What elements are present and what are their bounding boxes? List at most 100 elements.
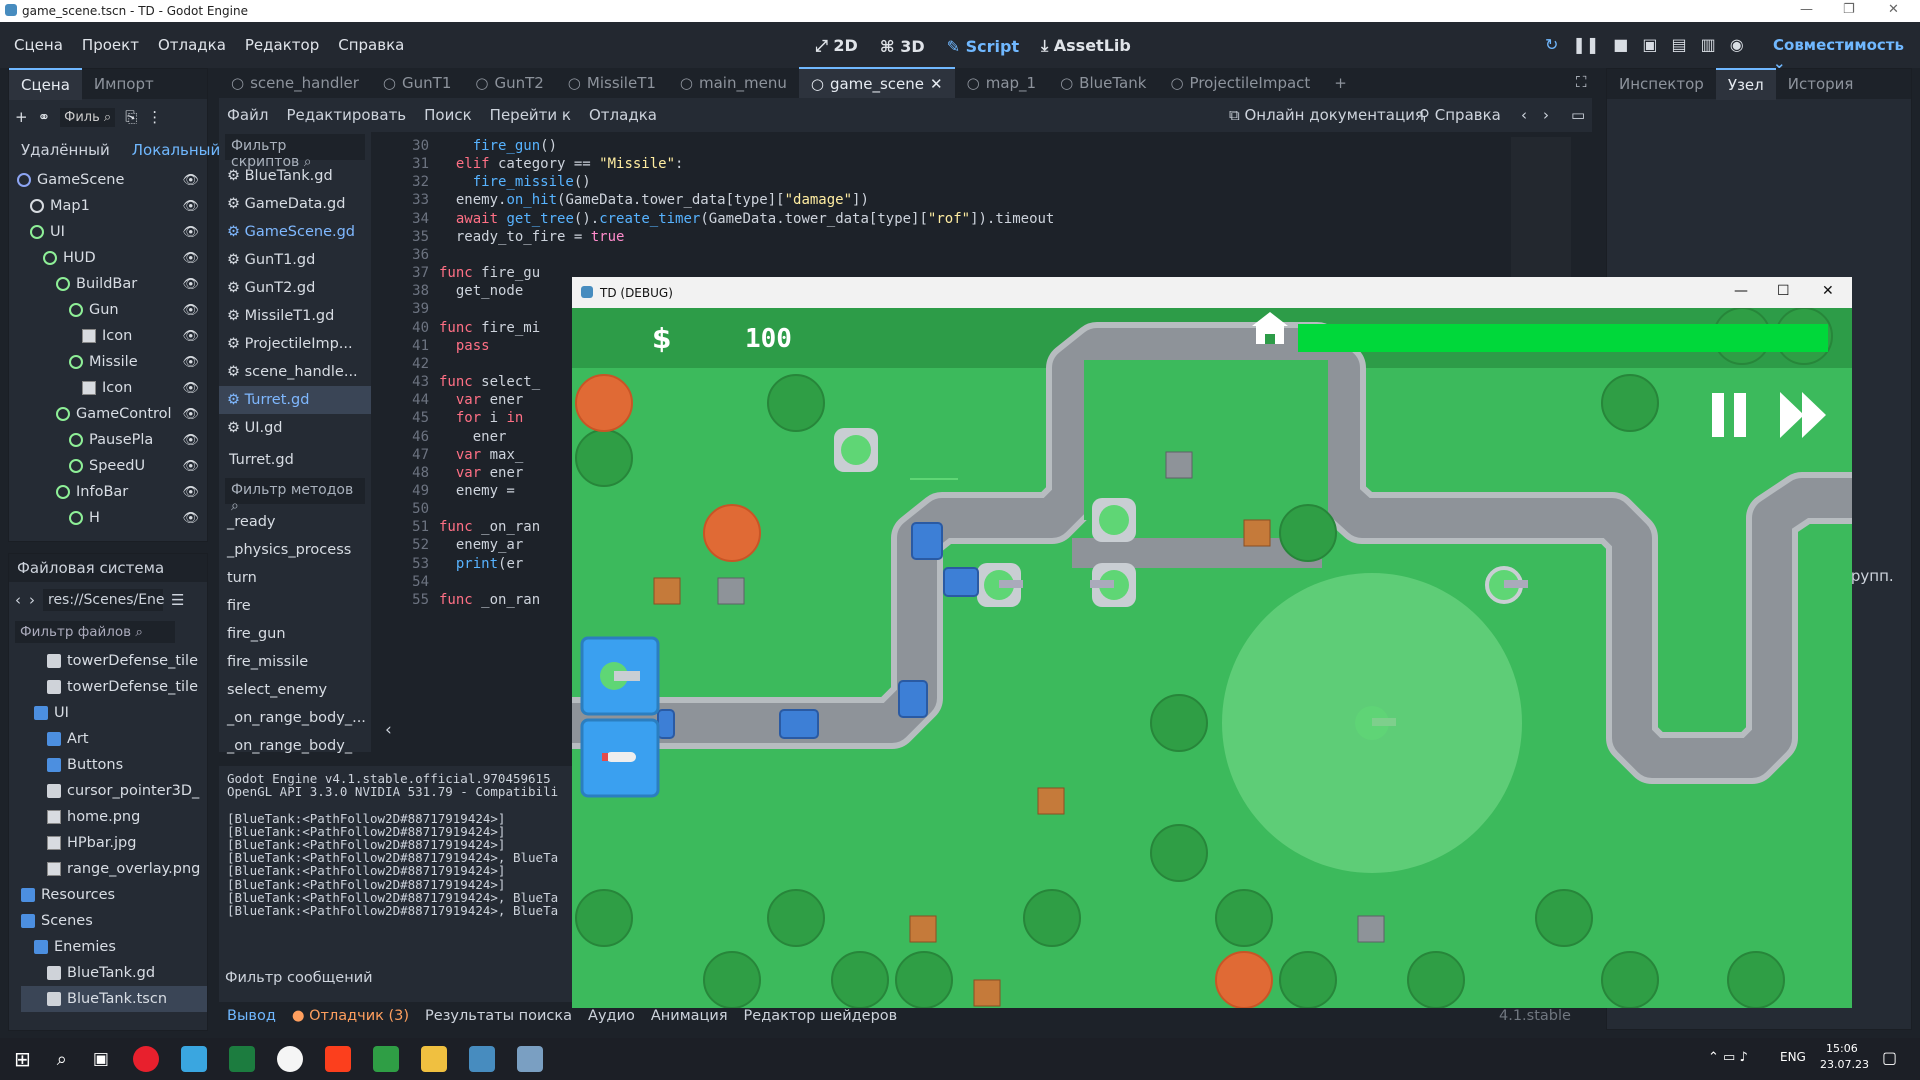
editor-tab[interactable]: ○ GunT2 xyxy=(463,68,555,98)
tree-node[interactable]: PausePla 👁 xyxy=(17,427,207,453)
visibility-eye-icon[interactable]: 👁 xyxy=(182,303,199,318)
file-item[interactable]: home.png xyxy=(21,804,207,830)
godot-debug-taskbar-icon[interactable] xyxy=(516,1046,543,1072)
visibility-eye-icon[interactable]: 👁 xyxy=(182,459,199,474)
script-item[interactable]: ⚙ scene_handle... xyxy=(219,358,371,386)
path-field[interactable]: res://Scenes/Ene xyxy=(43,589,165,611)
movie-icon[interactable]: ◉ xyxy=(1730,35,1744,54)
script-menu-edit[interactable]: Редактировать xyxy=(286,106,406,124)
pause-icon[interactable]: ❚❚ xyxy=(1572,35,1599,54)
godot-taskbar-icon[interactable] xyxy=(468,1046,495,1072)
code-minimap[interactable] xyxy=(1511,137,1571,287)
tab-output[interactable]: Вывод xyxy=(227,1008,276,1024)
tree-node[interactable]: Icon 👁 xyxy=(17,323,207,349)
instance-icon[interactable]: ⎘ xyxy=(125,108,137,126)
script-item[interactable]: ⚙ GunT2.gd xyxy=(219,274,371,302)
visibility-eye-icon[interactable]: 👁 xyxy=(182,277,199,292)
script-menu-goto[interactable]: Перейти к xyxy=(490,106,571,124)
script-item[interactable]: ⚙ ProjectileImp... xyxy=(219,330,371,358)
tab-history[interactable]: История xyxy=(1776,69,1866,99)
link-icon[interactable]: ⚭ xyxy=(38,108,51,126)
editor-tab[interactable]: ○ main_menu xyxy=(668,68,799,98)
prev-script-icon[interactable]: ‹ xyxy=(1521,106,1527,124)
editor-tab[interactable]: ○ GunT1 xyxy=(371,68,463,98)
script-menu-debug[interactable]: Отладка xyxy=(589,106,657,124)
method-item[interactable]: fire xyxy=(219,592,371,620)
run-custom-icon[interactable]: ▥ xyxy=(1701,35,1716,54)
stop-icon[interactable]: ■ xyxy=(1613,35,1628,54)
script-menu-file[interactable]: Файл xyxy=(227,106,268,124)
tree-node[interactable]: GameControl 👁 xyxy=(17,401,207,427)
yandex-icon[interactable] xyxy=(324,1046,351,1072)
add-node-icon[interactable]: + xyxy=(15,108,28,126)
visibility-eye-icon[interactable]: 👁 xyxy=(182,329,199,344)
file-item[interactable]: UI xyxy=(21,700,207,726)
menu-scene[interactable]: Сцена xyxy=(14,36,63,54)
tab-remote[interactable]: Удалённый xyxy=(21,141,110,159)
tray-icons[interactable]: ⌃ ▭ ♪ xyxy=(1708,1050,1748,1065)
next-script-icon[interactable]: › xyxy=(1543,106,1549,124)
method-item[interactable]: turn xyxy=(219,564,371,592)
online-docs-link[interactable]: ⧉ Онлайн документация xyxy=(1229,106,1424,124)
visibility-eye-icon[interactable]: 👁 xyxy=(182,173,199,188)
speed-up-button[interactable] xyxy=(1780,392,1826,438)
more-icon[interactable]: ⋮ xyxy=(147,108,162,126)
script-item[interactable]: ⚙ GameScene.gd xyxy=(219,218,371,246)
search-icon[interactable]: ⌕ xyxy=(57,1049,67,1070)
close-icon[interactable]: ✕ xyxy=(1888,2,1899,17)
close-tab-icon[interactable]: ✕ xyxy=(930,69,943,99)
tab-local[interactable]: Локальный xyxy=(132,141,221,159)
tree-node[interactable]: Map1 👁 xyxy=(17,193,207,219)
mode-assetlib-button[interactable]: ⤓ AssetLib xyxy=(1041,36,1131,56)
run-current-icon[interactable]: ▤ xyxy=(1671,35,1686,54)
game-close-icon[interactable]: ✕ xyxy=(1822,283,1834,299)
mode-3d-button[interactable]: ⌘ 3D xyxy=(880,37,925,56)
restore-icon[interactable]: ❐ xyxy=(1843,2,1855,17)
tree-node[interactable]: Missile 👁 xyxy=(17,349,207,375)
menu-help[interactable]: Справка xyxy=(338,36,404,54)
method-item[interactable]: _on_range_body_ xyxy=(219,732,371,760)
visibility-eye-icon[interactable]: 👁 xyxy=(182,511,199,526)
task-view-icon[interactable]: ▣ xyxy=(93,1049,109,1069)
method-filter-input[interactable]: Фильтр методов ⌕ xyxy=(225,478,365,514)
file-filter-input[interactable]: Фильтр файлов ⌕ xyxy=(15,621,175,643)
language-indicator[interactable]: ENG xyxy=(1780,1050,1806,1064)
editor-tab[interactable]: ○ scene_handler xyxy=(219,68,371,98)
file-item[interactable]: Buttons xyxy=(21,752,207,778)
tree-node[interactable]: H 👁 xyxy=(17,505,207,531)
editor-tab[interactable]: ○ MissileT1 xyxy=(556,68,668,98)
script-item[interactable]: ⚙ UI.gd xyxy=(219,414,371,442)
editor-tab[interactable]: ○ game_scene ✕ xyxy=(798,67,955,99)
method-item[interactable]: fire_missile xyxy=(219,648,371,676)
script-item[interactable]: ⚙ BlueTank.gd xyxy=(219,162,371,190)
menu-project[interactable]: Проект xyxy=(82,36,139,54)
tab-import[interactable]: Импорт xyxy=(82,69,166,99)
menu-debug[interactable]: Отладка xyxy=(158,36,226,54)
visibility-eye-icon[interactable]: 👁 xyxy=(182,381,199,396)
back-icon[interactable]: ‹ xyxy=(15,591,21,609)
script-item[interactable]: ⚙ GameData.gd xyxy=(219,190,371,218)
visibility-eye-icon[interactable]: 👁 xyxy=(182,433,199,448)
script-filter-input[interactable]: Фильтр скриптов ⌕ xyxy=(225,134,365,170)
tab-node[interactable]: Узел xyxy=(1715,68,1776,100)
script-item[interactable]: ⚙ Turret.gd xyxy=(219,386,371,414)
script-menu-search[interactable]: Поиск xyxy=(424,106,472,124)
file-item[interactable]: Enemies xyxy=(21,934,207,960)
start-icon[interactable]: ⊞ xyxy=(14,1047,31,1071)
add-tab-icon[interactable]: + xyxy=(1322,68,1359,98)
mode-script-button[interactable]: ✎ Script xyxy=(947,37,1019,56)
file-item[interactable]: towerDefense_tile xyxy=(21,674,207,700)
editor-tab[interactable]: ○ map_1 xyxy=(955,68,1048,98)
folder-icon[interactable] xyxy=(420,1046,447,1072)
tree-node[interactable]: InfoBar 👁 xyxy=(17,479,207,505)
remote-debug-icon[interactable]: ▣ xyxy=(1642,35,1657,54)
scene-filter[interactable]: Филь ⌕ xyxy=(60,107,116,127)
app-icon[interactable] xyxy=(180,1046,207,1072)
tree-node[interactable]: UI 👁 xyxy=(17,219,207,245)
file-item[interactable]: Resources xyxy=(21,882,207,908)
message-filter-input[interactable]: Фильтр сообщений xyxy=(225,970,373,986)
tab-scene[interactable]: Сцена xyxy=(9,68,82,100)
visibility-eye-icon[interactable]: 👁 xyxy=(182,251,199,266)
forward-icon[interactable]: › xyxy=(29,591,35,609)
file-item[interactable]: cursor_pointer3D_ xyxy=(21,778,207,804)
